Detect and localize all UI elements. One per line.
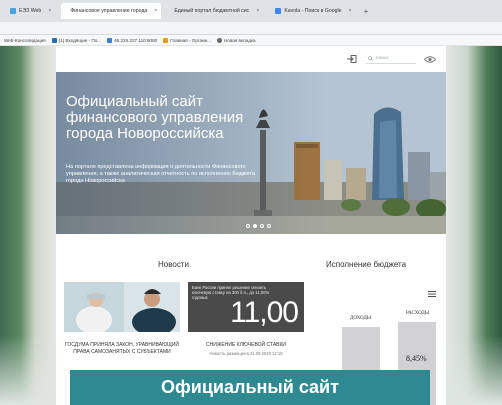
bookmark-label: 46.226.227.110:8080 — [114, 37, 158, 43]
hero-description: На портале представлена информация о дея… — [66, 164, 256, 184]
search-placeholder: поиск — [376, 56, 389, 61]
login-icon[interactable] — [346, 54, 358, 64]
bookmark-label: (1) Входящие - По... — [58, 37, 102, 43]
tab-label: Kavolа - Поиск в Google — [284, 8, 342, 14]
expense-label: РАСХОДЫ — [406, 311, 430, 316]
search-input[interactable]: поиск — [366, 54, 416, 64]
menu-icon[interactable] — [428, 284, 436, 302]
slide-caption: Официальный сайт — [70, 370, 430, 405]
news-image: Банк России принял решение снизить ключе… — [188, 282, 304, 332]
carousel-dot-active[interactable] — [253, 224, 257, 228]
bookmark-item[interactable]: (1) Входящие - По... — [51, 37, 102, 43]
news-title: Новости — [158, 260, 189, 269]
expense-percent: 8,45% — [406, 354, 427, 363]
mail-icon — [51, 37, 57, 43]
bookmark-item[interactable]: Новая вкладка — [216, 37, 256, 43]
bookmark-label: Web-Консолидация — [4, 37, 46, 43]
eye-icon[interactable] — [424, 54, 436, 64]
browser-tab[interactable]: ЕЭЗ Web × — [4, 3, 57, 19]
web-page: поиск Официальный сайт финансового управ… — [56, 46, 446, 405]
close-icon[interactable]: × — [256, 8, 259, 14]
news-caption: Снижение ключевой ставки — [206, 342, 286, 348]
tab-label: ЕЭЗ Web — [19, 8, 42, 14]
news-caption: Госдума приняла закон, уравнивающий прав… — [64, 342, 180, 355]
new-tab-button[interactable]: + — [364, 7, 369, 16]
carousel-dots — [246, 224, 271, 228]
browser-tabbar: ЕЭЗ Web × Финансовое управление города ×… — [0, 0, 502, 22]
browser-tab-active[interactable]: Финансовое управление города × — [61, 3, 162, 19]
bookmark-item[interactable]: 46.226.227.110:8080 — [107, 37, 158, 43]
news-image — [64, 282, 180, 332]
address-bar[interactable] — [0, 22, 502, 35]
news-date: Новость размещена 21.09.2020 12:18 — [209, 351, 283, 356]
close-icon[interactable]: × — [48, 8, 51, 14]
close-icon[interactable]: × — [349, 8, 352, 14]
hero-title: Официальный сайт финансового управления … — [66, 93, 244, 142]
income-label: ДОХОДЫ — [350, 316, 372, 321]
carousel-dot[interactable] — [267, 224, 271, 228]
bookmarks-bar: Web-Консолидация (1) Входящие - По... 46… — [0, 35, 502, 46]
bookmark-label: Главная - Органи... — [170, 37, 211, 43]
browser-tab[interactable]: Единый портал бюджетной сис × — [165, 3, 265, 19]
hero-banner: Официальный сайт финансового управления … — [56, 72, 446, 234]
bookmark-item[interactable]: Web-Консолидация — [4, 38, 46, 43]
browser-tab[interactable]: Kavolа - Поиск в Google × — [269, 3, 357, 19]
bookmark-item[interactable]: Главная - Органи... — [163, 37, 211, 43]
tab-label: Единый портал бюджетной сис — [174, 8, 250, 14]
key-rate-number: 11,00 — [230, 296, 299, 329]
tab-label: Финансовое управление города — [70, 8, 148, 14]
site-header: поиск — [56, 46, 446, 72]
globe-icon — [216, 37, 222, 43]
carousel-dot[interactable] — [260, 224, 264, 228]
carousel-dot[interactable] — [246, 224, 250, 228]
budget-title: Исполнение бюджета — [326, 260, 407, 269]
tab-favicon-icon — [275, 8, 282, 14]
folder-icon — [163, 37, 169, 43]
tab-favicon-icon — [10, 8, 16, 14]
page-icon — [107, 37, 113, 43]
search-icon — [368, 56, 373, 61]
close-icon[interactable]: × — [154, 8, 157, 14]
bookmark-label: Новая вкладка — [223, 37, 256, 43]
